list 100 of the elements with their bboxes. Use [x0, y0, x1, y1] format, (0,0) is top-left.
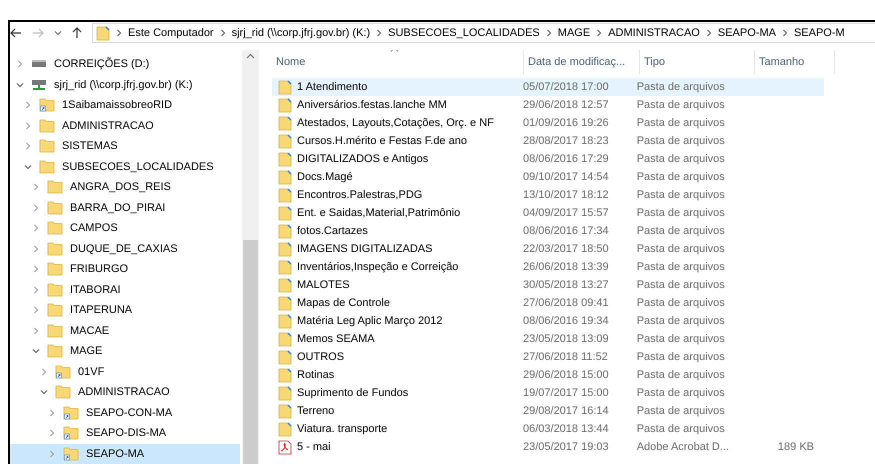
file-type: Pasta de arquivos [636, 80, 726, 95]
file-row[interactable]: Mapas de Controle 27/06/2018 09:41 Pasta de arquivos [272, 294, 824, 312]
folder-shortcut-icon [63, 446, 79, 461]
tree-item-label: CORREIÇÕES (D:) [54, 56, 150, 72]
folder-icon [278, 332, 292, 346]
folder-icon [47, 242, 63, 256]
column-header[interactable]: Data de modificaç... [524, 50, 640, 74]
file-name: Aniversários.festas.lanche MM [297, 98, 447, 113]
chevron-down-icon[interactable] [40, 388, 48, 396]
chevron-down-icon[interactable] [16, 80, 24, 89]
file-row[interactable]: fotos.Cartazes 08/06/2016 17:34 Pasta de arquivos [272, 222, 824, 240]
file-row[interactable]: Docs.Magé 09/10/2017 14:54 Pasta de arquivos [272, 168, 824, 186]
address-bar[interactable]: Este Computador sjrj_rid (\\corp.jfrj.gov.br) (K:) SUBSECOES_LOCALIDADES MAGE ADMINISTRACAO SEAPO-MA SEAPO-M [92, 23, 875, 43]
back-arrow-icon[interactable] [10, 28, 22, 38]
folder-icon [96, 26, 110, 40]
tree-item[interactable]: SISTEMAS [10, 136, 240, 156]
folder-icon [278, 368, 292, 382]
tree-item[interactable]: sjrj_rid (\\corp.jfrj.gov.br) (K:) [10, 74, 240, 95]
file-type: Pasta de arquivos [636, 188, 726, 203]
column-header[interactable]: Tamanho [755, 50, 835, 74]
file-row[interactable]: 5 - mai 23/05/2017 19:03 Adobe Acrobat D... 189 KB [272, 438, 824, 456]
chevron-right-icon[interactable] [782, 29, 788, 37]
file-type: Pasta de arquivos [636, 314, 726, 329]
file-row[interactable]: Atestados, Layouts,Cotações, Orç. e NF 01/09/2016 19:26 Pasta de arquivos [272, 114, 824, 132]
tree-item[interactable]: DUQUE_DE_CAXIAS [10, 238, 240, 259]
dropdown-caret-icon[interactable] [54, 29, 62, 37]
tree-item[interactable]: 01VF [10, 362, 240, 382]
tree-item[interactable]: ANGRA_DOS_REIS [10, 177, 240, 198]
modified-date: 04/09/2017 15:57 [522, 206, 610, 221]
tree-item[interactable]: 1SaibamaissobreoRID [10, 95, 240, 116]
file-row[interactable]: 1 Atendimento 05/07/2018 17:00 Pasta de arquivos [272, 78, 824, 96]
file-row[interactable]: DIGITALIZADOS e Antigos 08/06/2016 17:29 Pasta de arquivos [272, 150, 824, 168]
chevron-right-icon[interactable] [546, 29, 552, 37]
breadcrumb-item[interactable]: ADMINISTRACAO [608, 24, 700, 42]
tree-item[interactable]: MACAE [10, 320, 240, 341]
chevron-right-icon[interactable] [706, 29, 712, 37]
file-row[interactable]: Aniversários.festas.lanche MM 29/06/2018 12:57 Pasta de arquivos [272, 96, 824, 114]
file-row[interactable]: Viatura. transporte 06/03/2018 13:44 Pasta de arquivos [272, 420, 824, 438]
breadcrumb-item[interactable]: Este Computador [128, 24, 214, 42]
file-row[interactable]: IMAGENS DIGITALIZADAS 22/03/2017 18:50 Pasta de arquivos [272, 240, 824, 258]
file-type: Pasta de arquivos [636, 134, 726, 149]
tree-item[interactable]: SEAPO-MA [10, 444, 240, 464]
breadcrumb-item[interactable]: sjrj_rid (\\corp.jfrj.gov.br) (K:) [232, 24, 370, 42]
file-row[interactable]: Encontros.Palestras,PDG 13/10/2017 18:12 Pasta de arquivos [272, 186, 824, 204]
breadcrumb-item[interactable]: MAGE [558, 24, 590, 42]
chevron-right-icon[interactable] [116, 29, 122, 37]
scrollbar-thumb[interactable] [243, 240, 258, 464]
file-row[interactable]: Terreno 29/08/2017 16:14 Pasta de arquivos [272, 402, 824, 420]
file-type: Adobe Acrobat D... [636, 440, 730, 455]
tree-item[interactable]: BARRA_DO_PIRAI [10, 198, 240, 218]
file-type: Pasta de arquivos [636, 332, 726, 347]
breadcrumb-item[interactable]: SEAPO-MA [718, 24, 776, 42]
modified-date: 29/06/2018 12:57 [522, 98, 610, 113]
file-row[interactable]: Matéria Leg Aplic Março 2012 08/06/2016 19:34 Pasta de arquivos [272, 312, 824, 330]
folder-icon [39, 139, 55, 154]
breadcrumb-item[interactable]: SEAPO-M [794, 24, 845, 42]
file-type: Pasta de arquivos [636, 206, 726, 221]
column-header[interactable]: Tipo [640, 50, 755, 74]
file-name: Terreno [297, 404, 334, 419]
tree-item[interactable]: ADMINISTRACAO [10, 382, 240, 402]
breadcrumb-item[interactable]: SUBSECOES_LOCALIDADES [388, 24, 540, 42]
chevron-right-icon[interactable] [376, 29, 382, 37]
file-type: Pasta de arquivos [636, 404, 726, 419]
file-row[interactable]: Cursos.H.mérito e Festas F.de ano 28/08/2017 18:23 Pasta de arquivos [272, 132, 824, 150]
up-arrow-icon[interactable] [72, 27, 82, 39]
file-row[interactable]: Memos SEAMA 23/05/2018 13:09 Pasta de arquivos [272, 330, 824, 348]
tree-item-label: FRIBURGO [70, 262, 128, 277]
folder-icon [55, 385, 71, 400]
scrollbar[interactable] [242, 50, 259, 464]
tree-item[interactable]: CORREIÇÕES (D:) [10, 54, 240, 74]
file-row[interactable]: Suprimento de Fundos 19/07/2017 15:00 Pasta de arquivos [272, 384, 824, 402]
chevron-down-icon[interactable] [24, 162, 32, 171]
tree-item[interactable]: ADMINISTRACAO [10, 116, 240, 136]
tree-item[interactable]: MAGE [10, 341, 240, 362]
tree-item-label: DUQUE_DE_CAXIAS [70, 242, 178, 256]
chevron-down-icon[interactable] [32, 347, 40, 356]
tree-item[interactable]: ITAPERUNA [10, 300, 240, 320]
tree-item[interactable]: CAMPOS [10, 218, 240, 238]
chevron-right-icon[interactable] [220, 29, 226, 37]
tree-item[interactable]: SEAPO-CON-MA [10, 402, 240, 423]
file-row[interactable]: OUTROS 27/06/2018 11:52 Pasta de arquivos [272, 348, 824, 366]
tree-item[interactable]: SUBSECOES_LOCALIDADES [10, 156, 240, 177]
folder-shortcut-icon [63, 426, 79, 440]
tree-item[interactable]: FRIBURGO [10, 259, 240, 280]
file-row[interactable]: MALOTES 30/05/2018 13:27 Pasta de arquivos [272, 276, 824, 294]
folder-icon [278, 170, 292, 184]
file-row[interactable]: Inventários,Inspeção e Correição 26/06/2018 13:39 Pasta de arquivos [272, 258, 824, 276]
tree-item[interactable]: SEAPO-DIS-MA [10, 423, 240, 444]
file-name: Mapas de Controle [297, 296, 390, 311]
folder-shortcut-icon [63, 406, 79, 420]
folder-icon [39, 160, 55, 174]
file-row[interactable]: Rotinas 29/06/2018 15:00 Pasta de arquivos [272, 366, 824, 384]
file-row[interactable]: Ent. e Saidas,Material,Patrimônio 04/09/2017 15:57 Pasta de arquivos [272, 204, 824, 222]
folder-icon [278, 206, 292, 220]
folder-icon [47, 180, 63, 194]
tree-item[interactable]: ITABORAI [10, 280, 240, 300]
column-header[interactable]: Nome [272, 50, 524, 74]
folder-icon [278, 152, 292, 166]
file-name: Viatura. transporte [297, 422, 388, 437]
chevron-right-icon[interactable] [596, 29, 602, 37]
